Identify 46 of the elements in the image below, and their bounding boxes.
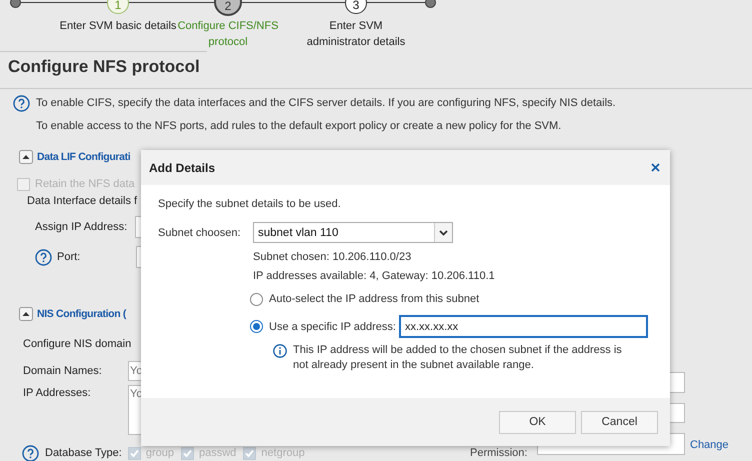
availability-info: IP addresses available: 4, Gateway: 10.206.110.1	[253, 269, 496, 284]
checkbox-label: netgroup	[261, 447, 305, 459]
field-label: Database Type:	[45, 447, 122, 459]
field-label: Assign IP Address:	[35, 221, 128, 233]
radio-button[interactable]	[250, 292, 263, 306]
help-icon	[13, 95, 30, 112]
section-text: Configure NIS domain	[23, 338, 132, 350]
checkbox-label: passwd	[199, 447, 236, 459]
dialog-button[interactable]: Cancel	[581, 410, 658, 434]
chevron-down-icon	[439, 230, 448, 236]
step-number: 2	[214, 0, 242, 16]
field-label: Port:	[57, 251, 82, 263]
help-icon	[22, 444, 39, 461]
subnet-dropdown[interactable]: subnet vlan 110	[253, 222, 453, 243]
info-text: To enable CIFS, specify the data interfaces and the CIFS server details. If you are configuring NFS, specify NIS details.	[36, 96, 617, 111]
radio-button[interactable]	[250, 320, 263, 333]
step-number: 1	[107, 0, 129, 14]
dialog-button[interactable]: OK	[499, 410, 576, 434]
collapse-icon[interactable]	[19, 150, 33, 164]
info-text: To enable access to the NFS ports, add rules to the default export policy or create a new policy for the SVM.	[36, 119, 562, 134]
checkbox-label: Retain the NFS data	[35, 177, 135, 191]
section-title[interactable]: Data LIF Configurati	[37, 151, 130, 163]
field-label: IP Addresses:	[23, 386, 92, 399]
dialog-title: Add Details	[149, 160, 216, 174]
close-icon[interactable]	[651, 163, 660, 172]
step-dot	[425, 0, 436, 8]
step-label: Enter SVM administrator details	[306, 19, 406, 50]
ip-address-field[interactable]: xx.xx.xx.xx	[399, 315, 648, 338]
field-label: Subnet choosen:	[158, 226, 242, 238]
section-title[interactable]: NIS Configuration (	[37, 308, 126, 320]
dialog-intro: Specify the subnet details to be used.	[158, 197, 342, 211]
step-number: 3	[345, 0, 367, 14]
option-label: Use a specific IP address:	[269, 320, 393, 332]
change-link[interactable]: Change	[685, 439, 729, 451]
step-dot	[10, 0, 21, 8]
section-text: Data Interface details f	[27, 195, 138, 207]
subnet-info: Subnet chosen: 10.206.110.0/23	[253, 250, 412, 265]
checkbox-label: group	[146, 447, 174, 459]
option-label: Auto-select the IP address from this subnet	[269, 293, 480, 305]
info-icon	[273, 344, 287, 358]
page-title: Configure NFS protocol	[8, 57, 201, 78]
collapse-icon[interactable]	[19, 307, 33, 321]
info-note: This IP address will be added to the chosen subnet if the address is not already present in the subnet available range.	[293, 343, 623, 373]
help-icon	[35, 248, 52, 266]
field-label: Domain Names:	[23, 365, 103, 377]
field-label: Permission:	[470, 447, 528, 460]
